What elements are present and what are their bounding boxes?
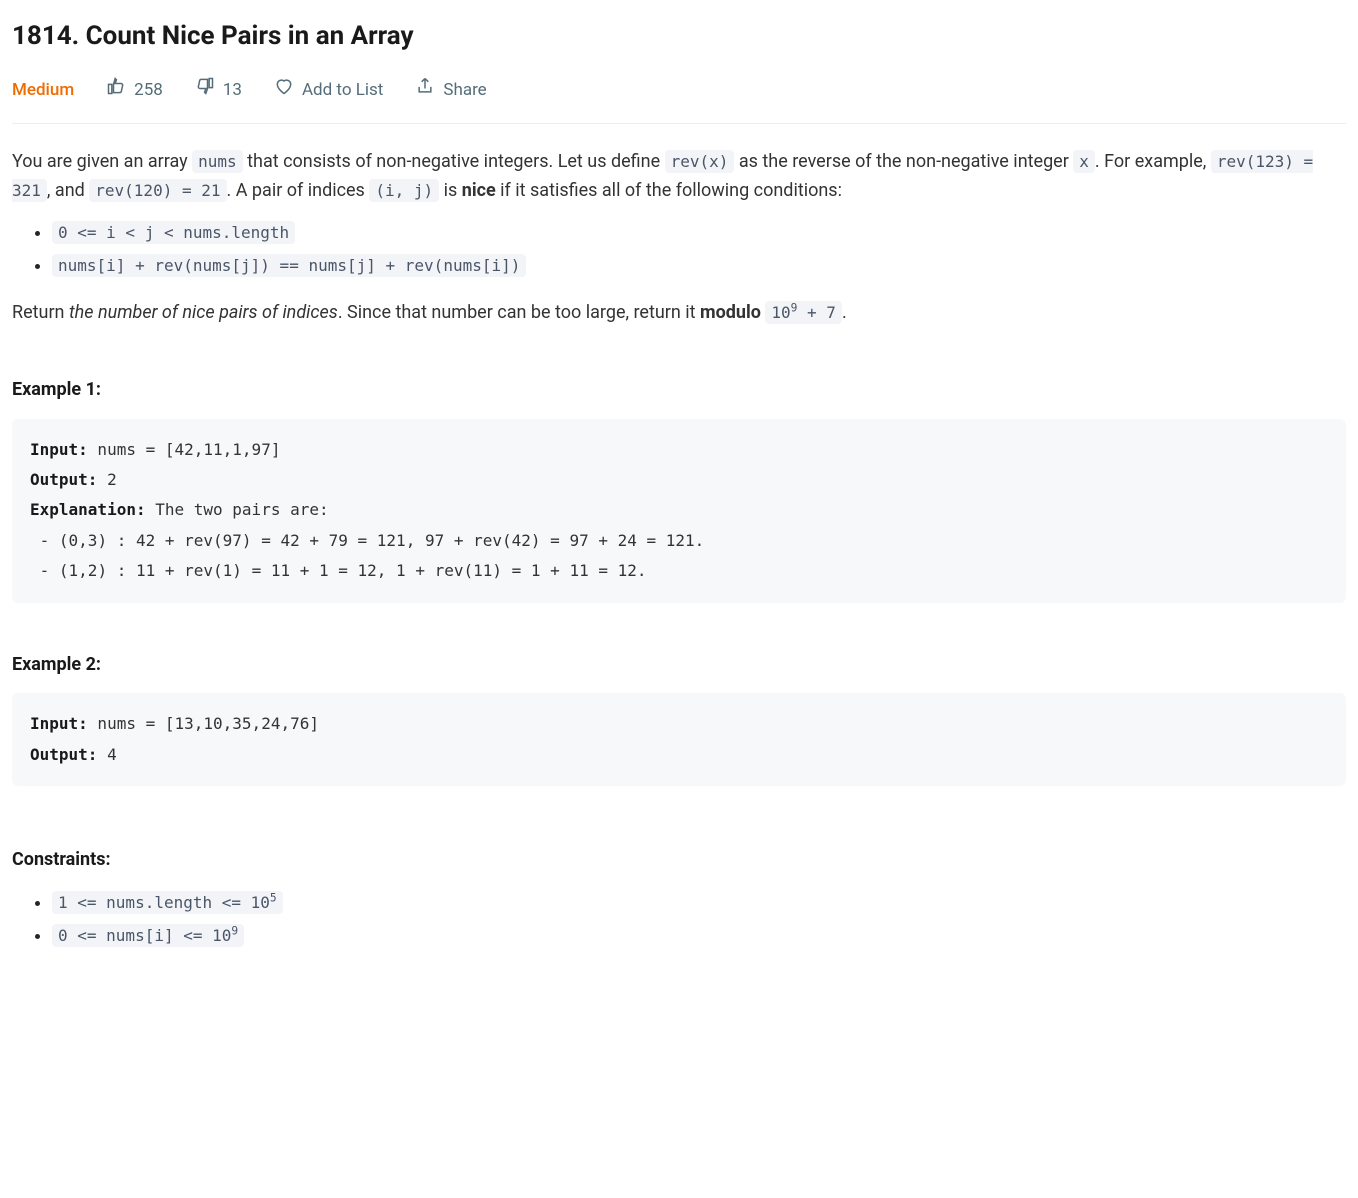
text: , and <box>47 180 89 201</box>
problem-title: 1814. Count Nice Pairs in an Array <box>12 16 1346 58</box>
text: . Since that number can be too large, re… <box>338 302 700 323</box>
text: . For example, <box>1095 151 1211 172</box>
code-inline: rev(x) <box>665 150 735 173</box>
code-inline: 109 + 7 <box>765 301 842 324</box>
dislike-button[interactable]: 13 <box>195 76 242 105</box>
text: as the reverse of the non-negative integ… <box>734 151 1073 172</box>
bold: nice <box>462 180 496 201</box>
add-to-list-button[interactable]: Add to List <box>274 76 383 105</box>
share-button[interactable]: Share <box>415 76 486 105</box>
list-item: nums[i] + rev(nums[j]) == nums[j] + rev(… <box>52 252 1346 281</box>
add-to-list-label: Add to List <box>302 77 383 104</box>
code-inline: nums <box>192 150 243 173</box>
like-button[interactable]: 258 <box>106 76 163 105</box>
example-block: Input: nums = [13,10,35,24,76] Output: 4 <box>12 693 1346 786</box>
share-label: Share <box>443 77 486 104</box>
code-inline: nums[i] + rev(nums[j]) == nums[j] + rev(… <box>52 254 526 277</box>
problem-description: You are given an array nums that consist… <box>12 148 1346 951</box>
conditions-list: 0 <= i < j < nums.length nums[i] + rev(n… <box>12 219 1346 281</box>
code-inline: 0 <= i < j < nums.length <box>52 221 295 244</box>
example-heading: Example 2: <box>12 651 1346 680</box>
text: if it satisfies all of the following con… <box>496 180 842 201</box>
italic: the number of nice pairs of indices <box>69 302 338 323</box>
meta-row: Medium 258 13 Add to List Share <box>12 76 1346 124</box>
bold: modulo <box>700 302 761 323</box>
list-item: 0 <= i < j < nums.length <box>52 219 1346 248</box>
code-inline: (i, j) <box>369 179 439 202</box>
text: . A pair of indices <box>227 180 370 201</box>
code-inline: 0 <= nums[i] <= 109 <box>52 924 244 947</box>
share-icon <box>415 76 435 105</box>
constraints-list: 1 <= nums.length <= 105 0 <= nums[i] <= … <box>12 889 1346 951</box>
text: that consists of non-negative integers. … <box>243 151 665 172</box>
example-heading: Example 1: <box>12 376 1346 405</box>
text: Return <box>12 302 69 323</box>
code-inline: x <box>1073 150 1095 173</box>
text: You are given an array <box>12 151 192 172</box>
list-item: 1 <= nums.length <= 105 <box>52 889 1346 918</box>
list-item: 0 <= nums[i] <= 109 <box>52 922 1346 951</box>
dislike-count: 13 <box>223 77 242 104</box>
heart-icon <box>274 76 294 105</box>
thumbs-up-icon <box>106 76 126 105</box>
code-inline: rev(120) = 21 <box>89 179 226 202</box>
text: . <box>842 302 847 323</box>
code-inline: 1 <= nums.length <= 105 <box>52 891 283 914</box>
text: is <box>439 180 462 201</box>
thumbs-down-icon <box>195 76 215 105</box>
difficulty-label: Medium <box>12 77 74 104</box>
like-count: 258 <box>134 77 163 104</box>
constraints-heading: Constraints: <box>12 846 1346 875</box>
example-block: Input: nums = [42,11,1,97] Output: 2 Exp… <box>12 419 1346 603</box>
